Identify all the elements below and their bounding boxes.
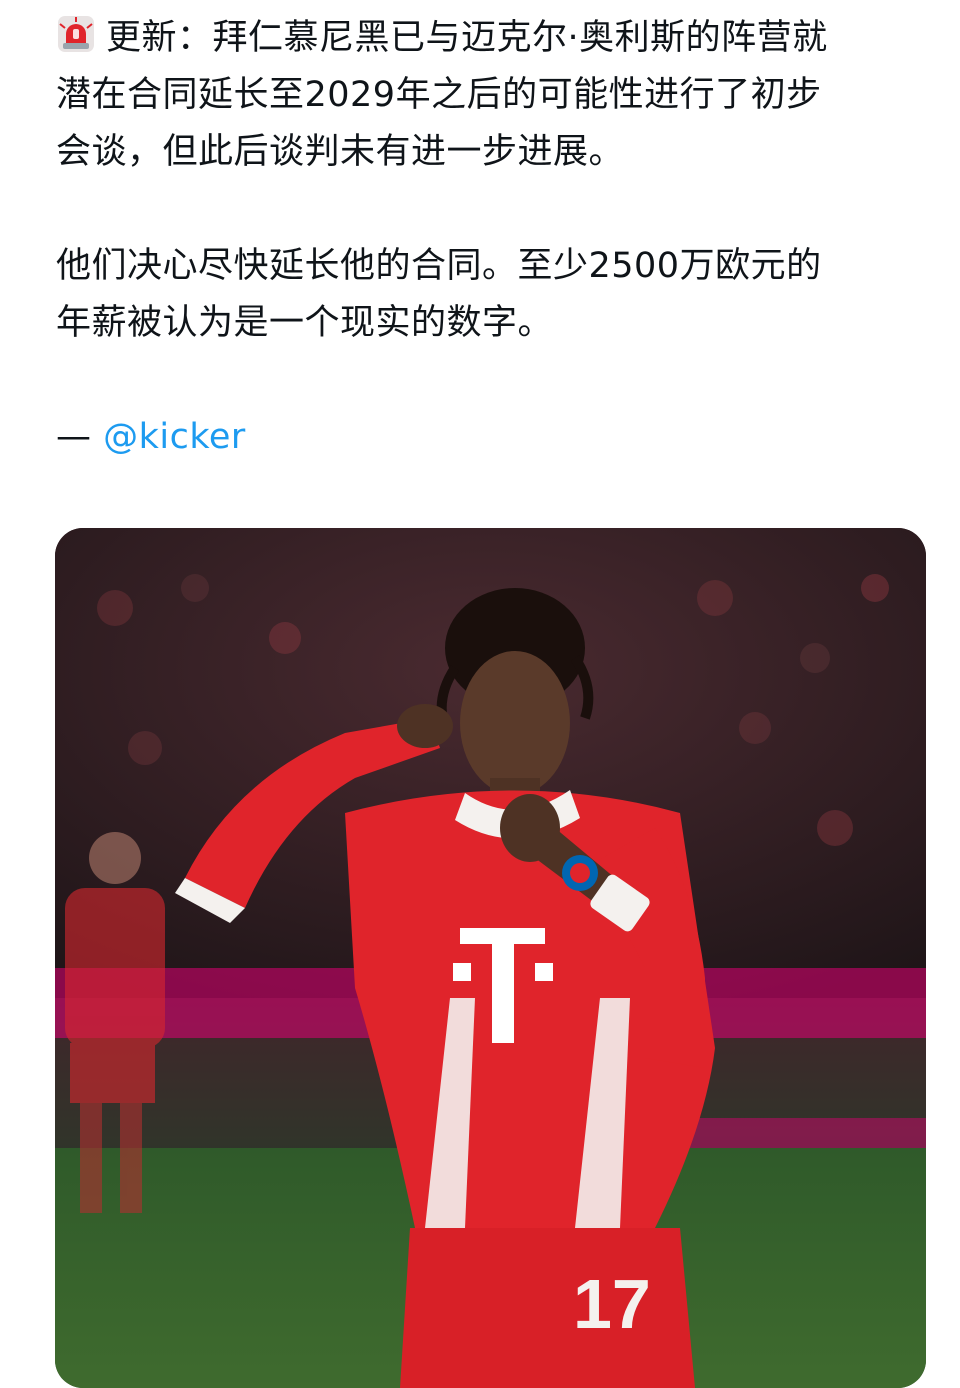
post-credit: — @kicker [56,409,936,466]
post-line-4: 他们决心尽快延长他的合同。至少2500万欧元的 [56,246,822,286]
post-paragraph-1: 更新：拜仁慕尼黑已与迈克尔·奥利斯的阵营就 潜在合同延长至2029年之后的可能性… [56,10,936,181]
post-line-3: 会谈，但此后谈判未有进一步进展。 [56,132,625,172]
rotating-light-icon [56,14,96,54]
post-paragraph-2: 他们决心尽快延长他的合同。至少2500万欧元的 年薪被认为是一个现实的数字。 [56,238,936,352]
credit-dash: — [56,417,92,457]
post-line-5: 年薪被认为是一个现实的数字。 [56,303,554,343]
jersey-number: 17 [573,1265,651,1343]
post-line-1: 更新：拜仁慕尼黑已与迈克尔·奥利斯的阵营就 [106,18,828,58]
post-text: 更新：拜仁慕尼黑已与迈克尔·奥利斯的阵营就 潜在合同延长至2029年之后的可能性… [56,10,936,466]
post-line-2: 潜在合同延长至2029年之后的可能性进行了初步 [56,75,822,115]
kicker-mention-link[interactable]: @kicker [103,417,246,457]
post-photo[interactable]: 17 [55,528,926,1388]
